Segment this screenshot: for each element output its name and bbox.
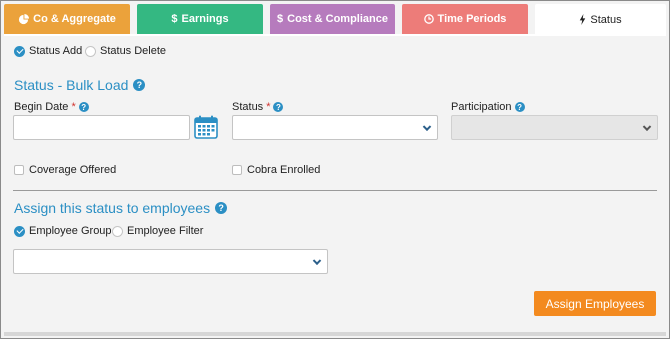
tab-time-periods[interactable]: Time Periods: [402, 4, 528, 34]
help-icon[interactable]: ?: [273, 102, 284, 112]
assign-title-text: Assign this status to employees: [14, 200, 211, 216]
help-icon[interactable]: ?: [133, 79, 146, 91]
tab-status-label: Status: [590, 13, 622, 26]
participation-select[interactable]: [451, 115, 658, 140]
coverage-offered-label: Coverage Offered: [29, 164, 117, 176]
cobra-enrolled-option[interactable]: Cobra Enrolled: [232, 164, 320, 176]
assign-title: Assign this status to employees ?: [14, 200, 228, 216]
employee-group-select[interactable]: [13, 249, 328, 274]
status-delete-label: Status Delete: [100, 45, 167, 57]
begin-date-input[interactable]: [13, 115, 190, 140]
chevron-down-icon: [312, 256, 322, 265]
employee-filter-label: Employee Filter: [127, 225, 204, 237]
status-add-radio[interactable]: [14, 45, 25, 57]
cobra-enrolled-checkbox[interactable]: [232, 165, 242, 175]
status-select[interactable]: [232, 115, 438, 140]
begin-date-label: Begin Date * ?: [14, 101, 89, 113]
employee-group-option[interactable]: Employee Group: [14, 225, 112, 237]
tab-cost-compliance[interactable]: $ Cost & Compliance: [270, 4, 395, 34]
tab-time-periods-label: Time Periods: [437, 13, 507, 25]
coverage-offered-option[interactable]: Coverage Offered: [14, 164, 116, 176]
tab-cost-compliance-label: Cost & Compliance: [287, 13, 388, 25]
bolt-icon: [580, 14, 586, 25]
dollar-icon: $: [171, 13, 178, 25]
help-icon[interactable]: ?: [78, 102, 89, 112]
status-add-option[interactable]: Status Add: [14, 45, 82, 57]
help-icon[interactable]: ?: [215, 202, 228, 214]
calendar-icon[interactable]: [194, 115, 218, 139]
section-divider: [13, 190, 657, 191]
cobra-enrolled-label: Cobra Enrolled: [247, 164, 321, 176]
required-mark: *: [266, 101, 271, 113]
employee-group-label: Employee Group: [29, 225, 112, 237]
employee-filter-option[interactable]: Employee Filter: [112, 225, 203, 237]
tab-status[interactable]: Status: [535, 4, 666, 35]
status-label: Status * ?: [232, 101, 284, 113]
bottom-scroll-track: [4, 332, 666, 336]
begin-date-label-text: Begin Date: [14, 101, 69, 113]
bulk-load-title: Status - Bulk Load ?: [14, 77, 146, 93]
status-label-text: Status: [232, 101, 264, 113]
tab-underline: [4, 34, 666, 36]
chevron-down-icon: [422, 122, 432, 131]
participation-label: Participation ?: [451, 101, 525, 113]
coverage-offered-checkbox[interactable]: [14, 165, 24, 175]
clock-icon: [423, 14, 434, 24]
pie-chart-icon: [19, 13, 30, 24]
bulk-load-title-text: Status - Bulk Load: [14, 77, 129, 93]
tab-bar: Co & Aggregate $ Earnings $ Cost & Compl…: [4, 4, 666, 35]
tab-co-aggregate-label: Co & Aggregate: [33, 13, 116, 25]
employee-filter-radio[interactable]: [112, 225, 123, 237]
status-delete-option[interactable]: Status Delete: [85, 45, 166, 57]
assign-employees-button[interactable]: Assign Employees: [534, 291, 656, 316]
chevron-down-icon: [642, 122, 652, 131]
status-add-label: Status Add: [29, 45, 83, 57]
status-delete-radio[interactable]: [85, 45, 96, 57]
dollar-icon: $: [277, 13, 284, 25]
tab-earnings-label: Earnings: [181, 13, 229, 25]
participation-label-text: Participation: [451, 101, 512, 113]
help-icon[interactable]: ?: [514, 102, 525, 112]
required-mark: *: [71, 101, 76, 113]
tab-co-aggregate[interactable]: Co & Aggregate: [4, 4, 130, 34]
tab-earnings[interactable]: $ Earnings: [137, 4, 263, 34]
employee-group-radio[interactable]: [14, 225, 25, 237]
